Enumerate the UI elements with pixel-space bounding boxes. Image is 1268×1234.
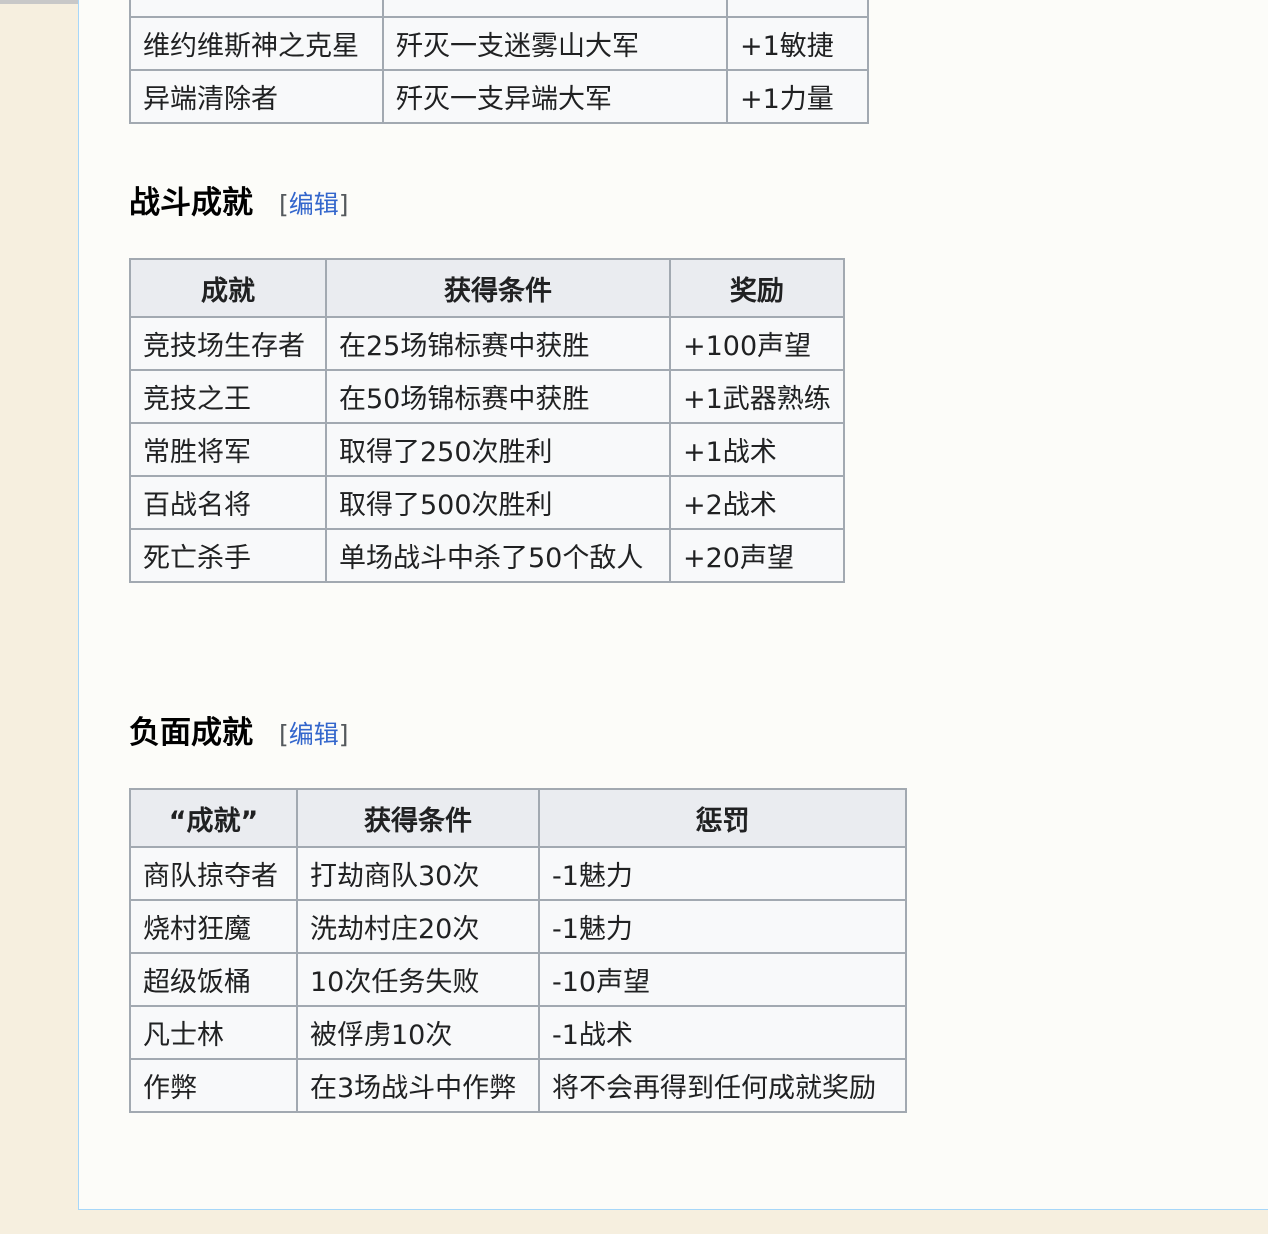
achievement-condition: 被俘虏10次 — [296, 1005, 540, 1060]
achievement-condition: 取得了500次胜利 — [325, 475, 671, 530]
article-content: 维约维斯神之克星 歼灭一支迷雾山大军 +1敏捷 异端清除者 歼灭一支异端大军 +… — [78, 0, 1268, 1210]
achievement-name: 竞技之王 — [129, 369, 327, 424]
achievement-reward: +100声望 — [669, 316, 845, 371]
table-header-row: “成就” 获得条件 惩罚 — [129, 788, 907, 848]
achievement-reward: +2战术 — [669, 475, 845, 530]
table-row: 超级饭桶 10次任务失败 -10声望 — [129, 952, 907, 1007]
column-header: 成就 — [129, 258, 327, 318]
table-row: 烧村狂魔 洗劫村庄20次 -1魅力 — [129, 899, 907, 954]
table-combat-achievements: 成就 获得条件 奖励 竞技场生存者 在25场锦标赛中获胜 +100声望 竞技之王… — [129, 258, 845, 583]
edit-section: [编辑] — [279, 190, 349, 219]
achievement-name: 凡士林 — [129, 1005, 298, 1060]
column-header: 获得条件 — [296, 788, 540, 848]
achievement-penalty: -1战术 — [538, 1005, 907, 1060]
column-header: “成就” — [129, 788, 298, 848]
achievement-penalty: -10声望 — [538, 952, 907, 1007]
section-title: 战斗成就 — [129, 185, 253, 221]
achievement-penalty: -1魅力 — [538, 899, 907, 954]
achievement-name: 烧村狂魔 — [129, 899, 298, 954]
table-row: 百战名将 取得了500次胜利 +2战术 — [129, 475, 845, 530]
achievement-condition: 在25场锦标赛中获胜 — [325, 316, 671, 371]
table-row — [129, 0, 869, 18]
edit-section: [编辑] — [279, 720, 349, 749]
column-header: 惩罚 — [538, 788, 907, 848]
achievement-reward: +1武器熟练 — [669, 369, 845, 424]
table-row: 竞技场生存者 在25场锦标赛中获胜 +100声望 — [129, 316, 845, 371]
achievement-name: 维约维斯神之克星 — [129, 16, 384, 71]
table-row: 竞技之王 在50场锦标赛中获胜 +1武器熟练 — [129, 369, 845, 424]
edit-link[interactable]: 编辑 — [289, 190, 339, 219]
table-row: 死亡杀手 单场战斗中杀了50个敌人 +20声望 — [129, 528, 845, 583]
achievement-reward: +20声望 — [669, 528, 845, 583]
achievement-condition: 洗劫村庄20次 — [296, 899, 540, 954]
table-row: 异端清除者 歼灭一支异端大军 +1力量 — [129, 69, 869, 124]
achievement-condition: 10次任务失败 — [296, 952, 540, 1007]
achievement-name: 百战名将 — [129, 475, 327, 530]
column-header: 奖励 — [669, 258, 845, 318]
table-row: 凡士林 被俘虏10次 -1战术 — [129, 1005, 907, 1060]
achievement-reward: +1敏捷 — [726, 16, 869, 71]
achievement-name: 常胜将军 — [129, 422, 327, 477]
achievement-condition: 歼灭一支异端大军 — [382, 69, 728, 124]
edit-link[interactable]: 编辑 — [289, 720, 339, 749]
table-stats-achievements: 维约维斯神之克星 歼灭一支迷雾山大军 +1敏捷 异端清除者 歼灭一支异端大军 +… — [129, 0, 869, 124]
achievement-name: 竞技场生存者 — [129, 316, 327, 371]
table-header-row: 成就 获得条件 奖励 — [129, 258, 845, 318]
section-title: 负面成就 — [129, 715, 253, 751]
achievement-name: 商队掠夺者 — [129, 846, 298, 901]
achievement-name: 死亡杀手 — [129, 528, 327, 583]
table-row: 维约维斯神之克星 歼灭一支迷雾山大军 +1敏捷 — [129, 16, 869, 71]
achievement-name: 超级饭桶 — [129, 952, 298, 1007]
achievement-name: 异端清除者 — [129, 69, 384, 124]
achievement-name: 作弊 — [129, 1058, 298, 1113]
achievement-reward: +1战术 — [669, 422, 845, 477]
achievement-penalty: 将不会再得到任何成就奖励 — [538, 1058, 907, 1113]
table-row: 作弊 在3场战斗中作弊 将不会再得到任何成就奖励 — [129, 1058, 907, 1113]
table-negative-achievements: “成就” 获得条件 惩罚 商队掠夺者 打劫商队30次 -1魅力 烧村狂魔 洗劫村… — [129, 788, 907, 1113]
table-row: 常胜将军 取得了250次胜利 +1战术 — [129, 422, 845, 477]
table-row: 商队掠夺者 打劫商队30次 -1魅力 — [129, 846, 907, 901]
achievement-condition: 歼灭一支迷雾山大军 — [382, 16, 728, 71]
achievement-penalty: -1魅力 — [538, 846, 907, 901]
section-heading-negative: 负面成就 [编辑] — [129, 713, 349, 755]
achievement-condition: 取得了250次胜利 — [325, 422, 671, 477]
achievement-condition: 在3场战斗中作弊 — [296, 1058, 540, 1113]
column-header: 获得条件 — [325, 258, 671, 318]
achievement-condition: 打劫商队30次 — [296, 846, 540, 901]
achievement-condition: 单场战斗中杀了50个敌人 — [325, 528, 671, 583]
section-heading-combat: 战斗成就 [编辑] — [129, 183, 349, 225]
achievement-reward: +1力量 — [726, 69, 869, 124]
achievement-condition: 在50场锦标赛中获胜 — [325, 369, 671, 424]
